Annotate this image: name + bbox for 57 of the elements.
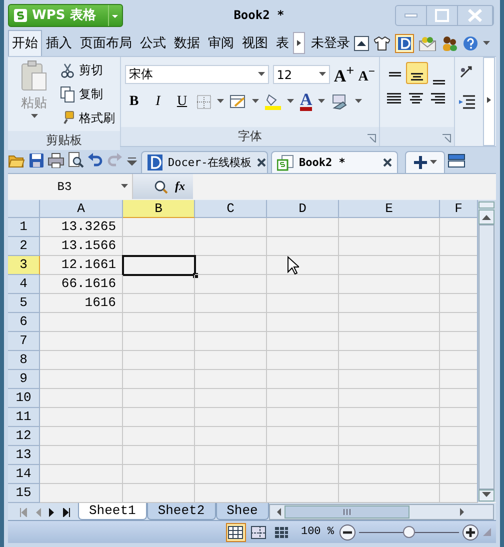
font-size-field[interactable]: 12 [272,65,330,84]
table-cell: 13.3265 [40,218,123,237]
italic-button[interactable]: I [149,94,167,110]
ribbon-tab[interactable]: 插入 [42,30,76,56]
row-header[interactable]: 10 [8,389,40,408]
row-header[interactable]: 15 [8,484,40,503]
group-label: 字体 [121,127,379,146]
bold-button[interactable]: B [125,94,143,110]
ribbon-tab[interactable]: 公式 [136,30,170,56]
insert-function-button[interactable]: fx [175,179,185,194]
column-header[interactable]: D [267,200,339,218]
column-header[interactable]: A [40,200,123,218]
row-header[interactable]: 13 [8,446,40,465]
row-header[interactable]: 2 [8,237,40,256]
window-title: Book2 * [232,8,286,22]
row-header[interactable]: 11 [8,408,40,427]
font-name-field[interactable]: 宋体 [125,65,269,84]
shrink-font-button[interactable]: A$^{−}$ [358,64,375,86]
table-cell: 1616 [40,294,123,313]
column-header[interactable]: C [195,200,267,218]
ribbon-tab[interactable]: 视图 [238,30,272,56]
row-header[interactable]: 12 [8,427,40,446]
row-header[interactable]: 3 [8,256,40,275]
font-color-button[interactable]: A [300,92,312,111]
ribbon-tab[interactable]: 审阅 [204,30,238,56]
document-tab[interactable]: Docer-在线模板 [141,151,268,173]
row-header[interactable]: 8 [8,351,40,370]
group-label: 剪贴板 [8,131,120,150]
ribbon-tab[interactable]: 数据 [170,30,204,56]
row-header[interactable]: 1 [8,218,40,237]
zoom-percent: 100 % [300,526,334,538]
name-box[interactable]: B3 [8,174,133,199]
row-header[interactable]: 7 [8,332,40,351]
ribbon-tab[interactable]: 页面布局 [76,30,136,56]
row-header[interactable]: 5 [8,294,40,313]
table-cell: 13.1566 [40,237,123,256]
cut-button[interactable]: 剪切 [60,60,115,80]
table-cell: 12.1661 [40,256,123,275]
table-cell: 66.1616 [40,275,123,294]
row-header[interactable]: 9 [8,370,40,389]
column-header[interactable]: B [123,200,195,218]
sheet-tab[interactable]: Sheet2 [146,503,216,520]
sheet-tab[interactable]: Sheet1 [78,503,147,520]
ribbon-tab[interactable]: 表 [272,30,293,56]
column-header[interactable]: E [339,200,440,218]
row-header[interactable]: 6 [8,313,40,332]
column-header[interactable]: F [440,200,478,218]
format-painter-button[interactable]: 格式刷 [60,108,115,128]
underline-button[interactable]: U [173,94,191,110]
grow-font-button[interactable]: A$^{+}$ [334,63,354,87]
sheet-tab[interactable]: Shee [216,503,269,520]
row-header[interactable]: 14 [8,465,40,484]
document-tab[interactable]: Book2 * [271,151,398,173]
login-status[interactable]: 未登录 [311,34,350,52]
ribbon-tab[interactable]: 开始 [8,30,42,56]
copy-button[interactable]: 复制 [60,84,115,104]
row-header[interactable]: 4 [8,275,40,294]
